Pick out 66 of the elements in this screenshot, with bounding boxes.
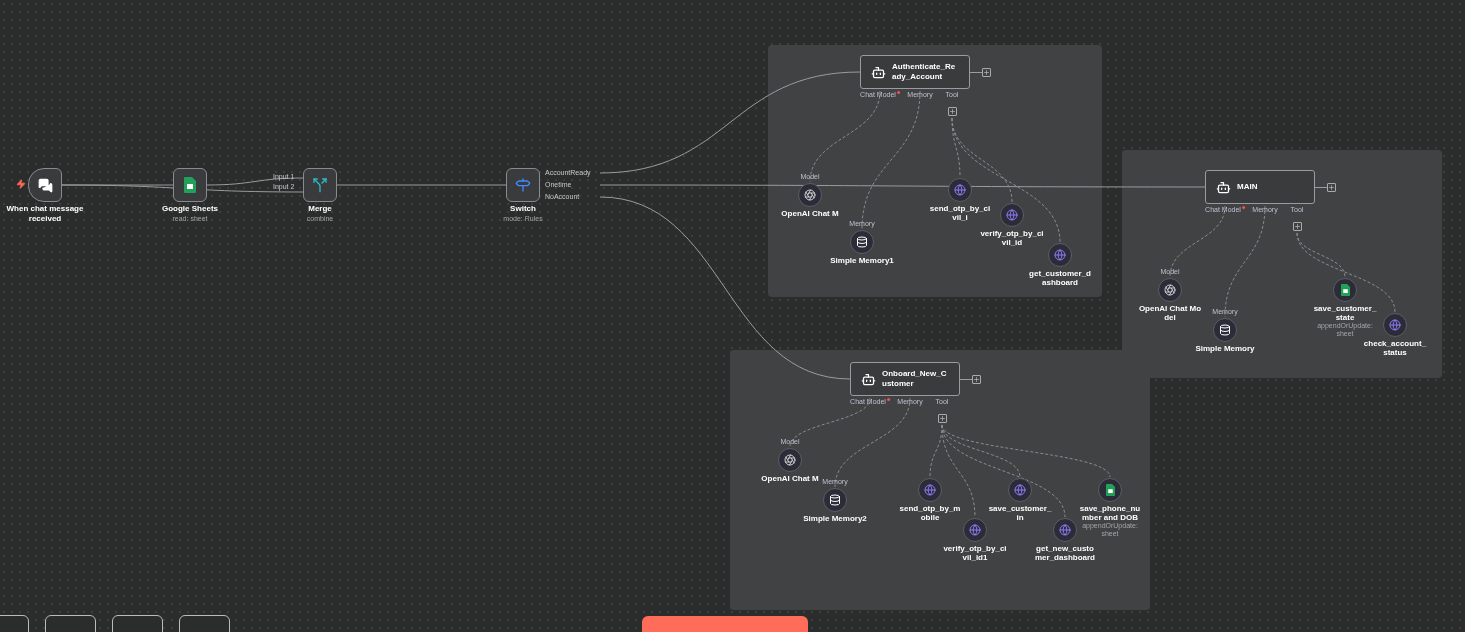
chat-bubbles-icon — [37, 177, 53, 193]
branch-icon — [312, 177, 328, 193]
node-label: When chat message received — [5, 204, 85, 224]
workflow-node[interactable] — [173, 168, 207, 202]
spreadsheet-icon — [1105, 484, 1115, 496]
aperture-icon — [1164, 284, 1176, 296]
workflow-node[interactable] — [28, 168, 62, 202]
globe-icon — [1006, 209, 1018, 221]
node-label: Simple Memory — [1195, 344, 1255, 353]
node-label: save_phone_number and DOB — [1078, 504, 1142, 522]
plus-icon — [1294, 223, 1301, 230]
aperture-icon — [804, 189, 816, 201]
signpost-icon — [515, 177, 531, 193]
node-label: Onboard_New_Customer — [882, 369, 948, 389]
node-label: get_customer_dashboard — [1028, 269, 1092, 287]
node-label: MAIN — [1237, 182, 1259, 192]
robot-icon — [871, 64, 886, 80]
add-node-button[interactable] — [1293, 222, 1302, 231]
node-label: Switch — [510, 204, 536, 214]
globe-icon — [1054, 249, 1066, 261]
node-label: Simple Memory1 — [830, 256, 894, 265]
node-label: save_customer_in — [988, 504, 1052, 522]
globe-icon — [954, 184, 966, 196]
globe-icon — [1014, 484, 1026, 496]
node-label: verify_otp_by_civil_id1 — [943, 544, 1007, 562]
aperture-icon — [784, 454, 796, 466]
globe-icon — [1059, 524, 1071, 536]
plus-icon — [949, 108, 956, 115]
node-label: OpenAI Chat Model — [1138, 304, 1202, 322]
globe-icon — [924, 484, 936, 496]
workflow-node[interactable] — [506, 168, 540, 202]
globe-icon — [969, 524, 981, 536]
database-icon — [856, 236, 868, 248]
robot-icon — [1216, 179, 1231, 195]
plus-icon — [939, 415, 946, 422]
globe-icon — [1389, 319, 1401, 331]
workflow-node[interactable] — [303, 168, 337, 202]
robot-icon — [861, 371, 876, 387]
spreadsheet-icon — [1340, 284, 1350, 296]
node-label: get_new_customer_dashboard — [1034, 544, 1096, 562]
database-icon — [829, 494, 841, 506]
agent-node[interactable]: MAIN — [1205, 170, 1315, 204]
add-node-button[interactable] — [982, 68, 991, 77]
lightning-icon — [16, 179, 26, 189]
agent-node[interactable]: Authenticate_Ready_Account — [860, 55, 970, 89]
node-label: Merge — [308, 204, 332, 214]
plus-icon — [973, 376, 980, 383]
node-label: send_otp_by_mobile — [898, 504, 962, 522]
add-node-button[interactable] — [938, 414, 947, 423]
node-label: save_customer_state — [1313, 304, 1377, 322]
add-node-button[interactable] — [972, 375, 981, 384]
node-label: verify_otp_by_civil_id — [980, 229, 1044, 247]
database-icon — [1219, 324, 1231, 336]
spreadsheet-icon — [184, 177, 196, 193]
node-label: Google Sheets — [162, 204, 218, 214]
node-label: check_account_status — [1363, 339, 1427, 357]
add-node-button[interactable] — [1327, 183, 1336, 192]
node-label: send_otp_by_civil_i — [928, 204, 992, 222]
node-label: OpenAI Chat M — [781, 209, 839, 218]
node-label: OpenAI Chat M — [761, 474, 819, 483]
add-node-button[interactable] — [948, 107, 957, 116]
agent-node[interactable]: Onboard_New_Customer — [850, 362, 960, 396]
plus-icon — [983, 69, 990, 76]
node-label: Simple Memory2 — [803, 514, 867, 523]
node-label: Authenticate_Ready_Account — [892, 62, 957, 82]
plus-icon — [1328, 184, 1335, 191]
